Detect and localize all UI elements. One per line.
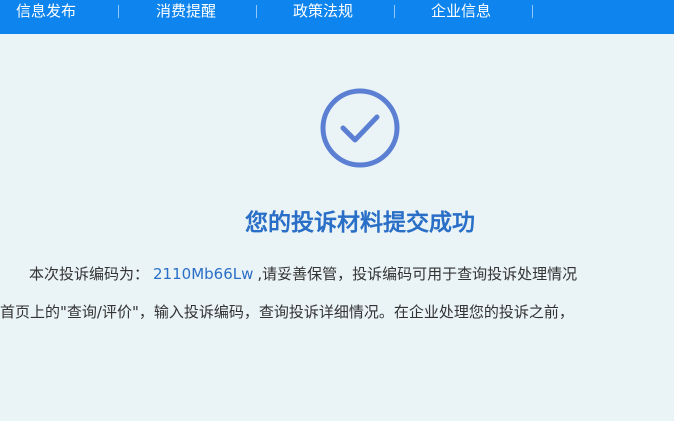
nav-separator: [532, 5, 533, 18]
nav-separator: [118, 5, 119, 18]
complaint-code-prefix: 本次投诉编码为：: [29, 265, 150, 283]
nav-item-enterprise-info[interactable]: 企业信息: [431, 2, 491, 20]
nav-item-info-release[interactable]: 信息发布: [16, 2, 76, 20]
complaint-code: 2110Mb66Lw: [153, 265, 254, 283]
complaint-code-line: 本次投诉编码为： 2110Mb66Lw ,请妥善保管，投诉编码可用于查询投诉处理情况: [29, 264, 577, 284]
page: 信息发布 消费提醒 政策法规 企业信息 您的投诉材料提交成功 本次投诉编码为： 2…: [0, 0, 674, 421]
check-circle-icon: [320, 88, 400, 168]
success-title: 您的投诉材料提交成功: [245, 210, 475, 236]
nav-item-policy-regulations[interactable]: 政策法规: [293, 2, 353, 20]
complaint-code-suffix: ,请妥善保管，投诉编码可用于查询投诉处理情况: [257, 265, 578, 283]
nav-separator: [256, 5, 257, 18]
nav-separator: [394, 5, 395, 18]
top-nav-bar: 信息发布 消费提醒 政策法规 企业信息: [0, 0, 674, 34]
query-instructions-line: 首页上的"查询/评价"，输入投诉编码，查询投诉详细情况。在企业处理您的投诉之前，: [0, 303, 574, 321]
nav-item-consumer-alert[interactable]: 消费提醒: [156, 2, 216, 20]
